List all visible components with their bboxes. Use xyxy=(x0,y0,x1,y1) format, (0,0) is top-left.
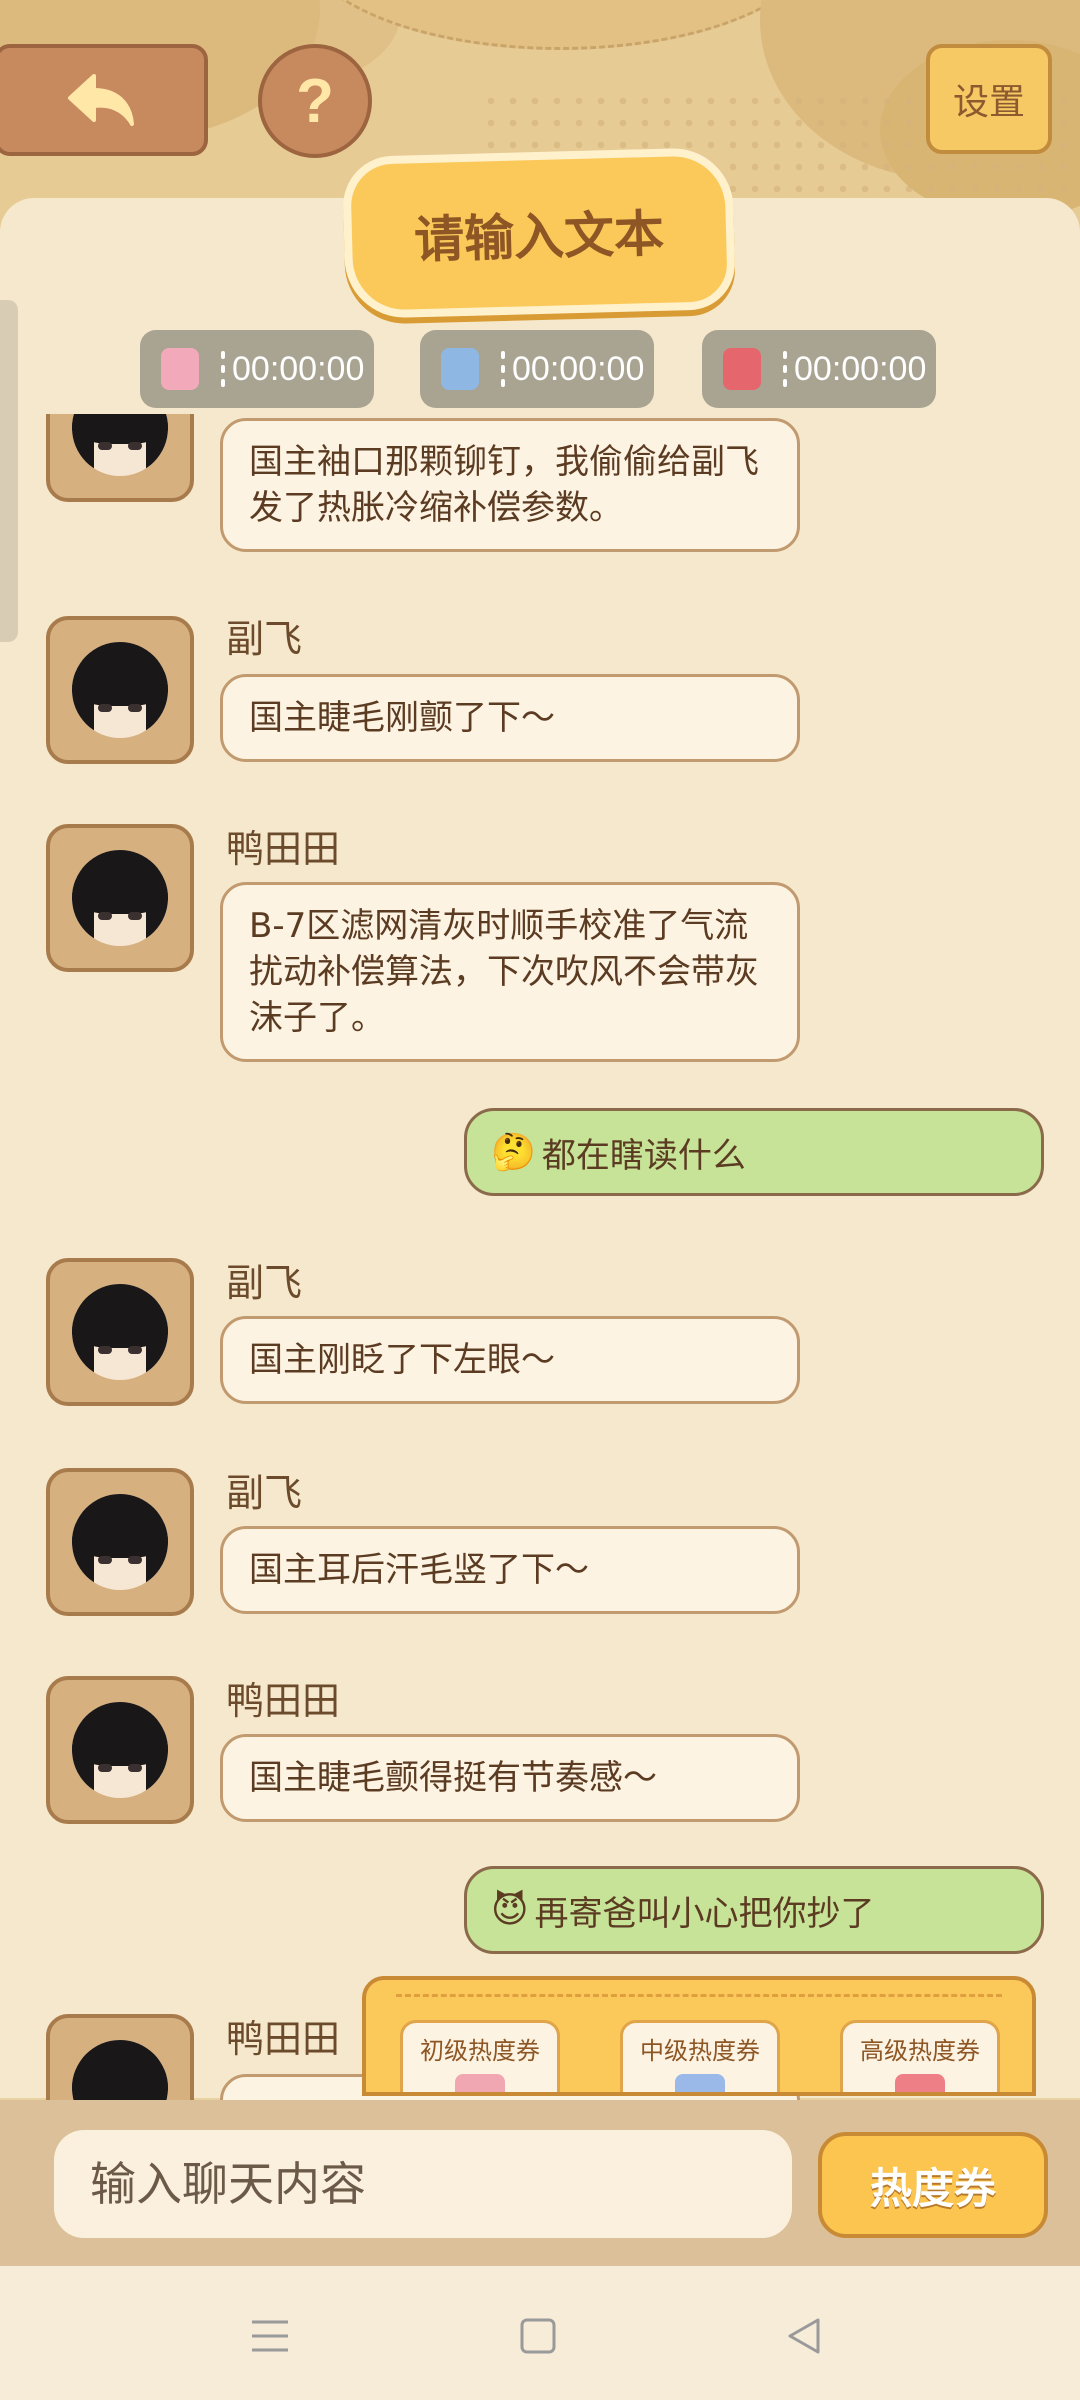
timer-3: 00:00:00 xyxy=(702,330,937,408)
input-bar: 热度券 xyxy=(0,2100,1080,2266)
system-nav-bar xyxy=(0,2266,1080,2400)
voucher-basic[interactable]: 初级热度券 xyxy=(400,2020,560,2092)
settings-button[interactable]: 设置 xyxy=(926,44,1052,154)
menu-icon[interactable] xyxy=(240,2306,300,2366)
red-gift-icon xyxy=(723,348,761,390)
pink-gift-icon xyxy=(161,348,199,390)
avatar[interactable] xyxy=(46,1468,194,1616)
red-voucher-icon xyxy=(895,2074,945,2092)
message-bubble[interactable]: 国主耳后汗毛竖了下～ xyxy=(220,1526,800,1614)
message-bubble[interactable]: 国主睫毛刚颤了下～ xyxy=(220,674,800,762)
sender-name: 副飞 xyxy=(226,617,303,661)
avatar[interactable] xyxy=(46,1676,194,1824)
back-icon[interactable] xyxy=(774,2306,834,2366)
voucher-advanced[interactable]: 高级热度券 xyxy=(840,2020,1000,2092)
message-bubble-self[interactable]: 🤔 都在瞎读什么 xyxy=(464,1108,1044,1196)
avatar[interactable] xyxy=(46,824,194,972)
pink-voucher-icon xyxy=(455,2074,505,2092)
title-input-banner[interactable]: 请输入文本 xyxy=(341,146,737,320)
timer-value: 00:00:00 xyxy=(226,330,375,408)
back-button[interactable] xyxy=(0,44,208,156)
chat-list[interactable]: 国主袖口那颗铆钉，我偷偷给副飞发了热胀冷缩补偿参数。 副飞 国主睫毛刚颤了下～ … xyxy=(0,414,1080,2100)
devil-emoji: 😈 xyxy=(491,1889,529,1931)
message-bubble[interactable]: B-7区滤网清灰时顺手校准了气流扰动补偿算法，下次吹风不会带灰沫子了。 xyxy=(220,882,800,1062)
message-bubble[interactable]: 国主袖口那颗铆钉，我偷偷给副飞发了热胀冷缩补偿参数。 xyxy=(220,418,800,552)
message-bubble[interactable]: 国主睫毛颤得挺有节奏感～ xyxy=(220,1734,800,1822)
home-icon[interactable] xyxy=(508,2306,568,2366)
sender-name: 副飞 xyxy=(226,1261,303,1305)
hot-voucher-button[interactable]: 热度券 xyxy=(818,2132,1048,2238)
avatar[interactable] xyxy=(46,616,194,764)
voucher-popup: 初级热度券 中级热度券 高级热度券 xyxy=(362,1976,1036,2096)
thinking-emoji: 🤔 xyxy=(491,1132,536,1173)
chat-input[interactable] xyxy=(54,2130,792,2238)
blue-voucher-icon xyxy=(675,2074,725,2092)
avatar[interactable] xyxy=(46,2014,194,2100)
timer-1: 00:00:00 xyxy=(140,330,375,408)
avatar[interactable] xyxy=(46,1258,194,1406)
question-icon: ? xyxy=(296,66,334,136)
sender-name: 鸭田田 xyxy=(226,2017,341,2061)
message-bubble-self[interactable]: 😈 再寄爸叫小心把你抄了 xyxy=(464,1866,1044,1954)
sender-name: 鸭田田 xyxy=(226,827,341,871)
blue-gift-icon xyxy=(441,348,479,390)
timer-2: 00:00:00 xyxy=(420,330,655,408)
voucher-medium[interactable]: 中级热度券 xyxy=(620,2020,780,2092)
sender-name: 副飞 xyxy=(226,1471,303,1515)
timer-value: 00:00:00 xyxy=(506,330,655,408)
timer-value: 00:00:00 xyxy=(788,330,937,408)
back-arrow-icon xyxy=(68,74,134,126)
help-button[interactable]: ? xyxy=(258,44,372,158)
sender-name: 鸭田田 xyxy=(226,1679,341,1723)
message-bubble[interactable]: 国主刚眨了下左眼～ xyxy=(220,1316,800,1404)
avatar[interactable] xyxy=(46,414,194,502)
